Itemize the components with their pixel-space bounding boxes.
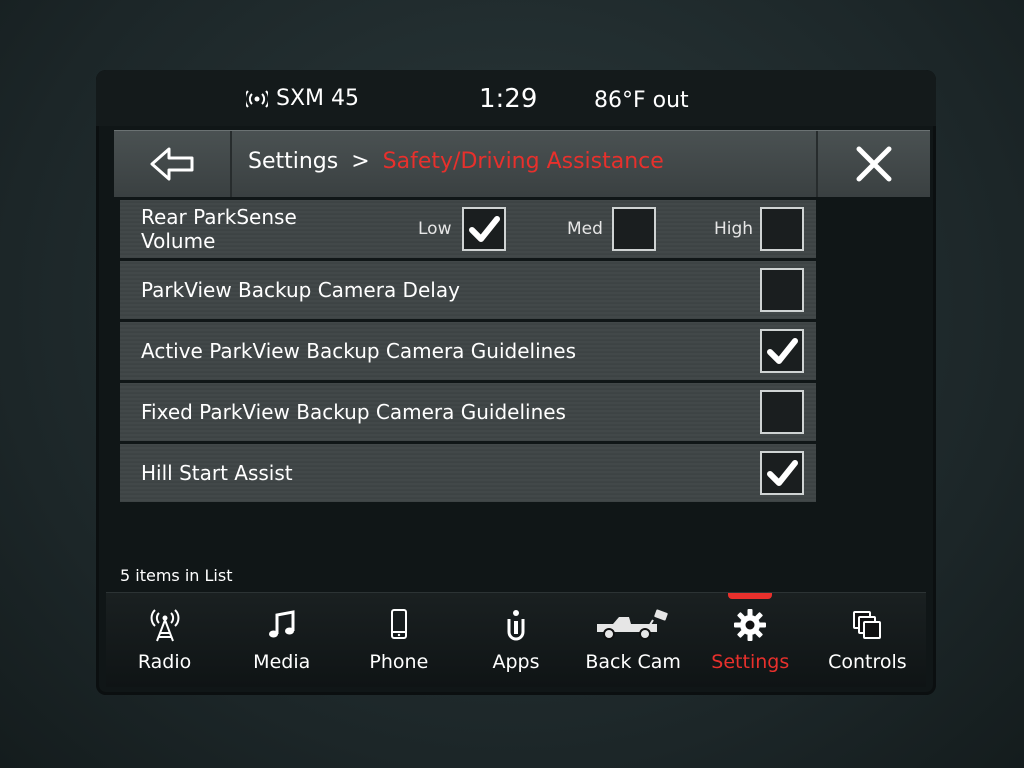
nav-controls[interactable]: Controls [809, 593, 926, 687]
checkbox-high[interactable] [760, 207, 804, 251]
breadcrumb: Settings > Safety/Driving Assistance [248, 149, 664, 174]
checkmark-icon [767, 338, 798, 364]
setting-row-fixed-guidelines[interactable]: Fixed ParkView Backup Camera Guidelines [120, 383, 816, 441]
display-screen: SXM 45 1:29 86°F out Settings > Safety/D… [96, 70, 936, 695]
setting-label: Fixed ParkView Backup Camera Guidelines [141, 400, 566, 424]
nav-label: Settings [711, 651, 790, 673]
nav-label: Apps [492, 651, 540, 673]
checkbox-fixed-guidelines[interactable] [760, 390, 804, 434]
setting-label: Hill Start Assist [141, 461, 293, 485]
radio-status[interactable]: SXM 45 [246, 86, 359, 111]
satellite-signal-icon [246, 89, 268, 108]
phone-icon [390, 609, 407, 639]
settings-list: Rear ParkSense Volume Low Med High ParkV… [120, 200, 816, 505]
option-label-low: Low [418, 219, 452, 239]
setting-row-hill-start-assist[interactable]: Hill Start Assist [120, 444, 816, 502]
bottom-nav: Radio Media Phone Apps Back Cam Settings… [106, 592, 926, 687]
status-bar: SXM 45 1:29 86°F out [96, 70, 936, 126]
setting-label: Active ParkView Backup Camera Guidelines [141, 339, 577, 363]
list-count: 5 items in List [120, 566, 233, 585]
nav-label: Radio [137, 651, 192, 673]
setting-row-camera-delay[interactable]: ParkView Backup Camera Delay [120, 261, 816, 319]
nav-label: Media [253, 651, 311, 673]
checkbox-hill-start-assist[interactable] [760, 451, 804, 495]
checkbox-active-guidelines[interactable] [760, 329, 804, 373]
radio-tower-icon [150, 609, 179, 642]
nav-apps[interactable]: Apps [457, 593, 574, 687]
truck-camera-icon [597, 609, 668, 640]
breadcrumb-separator: > [351, 149, 370, 174]
music-note-icon [268, 610, 295, 638]
checkmark-icon [767, 460, 798, 486]
controls-icon [853, 611, 882, 639]
checkbox-camera-delay[interactable] [760, 268, 804, 312]
checkbox-low[interactable] [462, 207, 506, 251]
close-icon [856, 146, 892, 182]
head-unit-bezel: SXM 45 1:29 86°F out Settings > Safety/D… [0, 0, 1024, 768]
setting-row-parksense-volume: Rear ParkSense Volume Low Med High [120, 200, 816, 258]
nav-radio[interactable]: Radio [106, 593, 223, 687]
breadcrumb-root[interactable]: Settings [248, 149, 338, 174]
option-label-high: High [714, 219, 754, 239]
nav-settings[interactable]: Settings [692, 593, 809, 687]
gear-icon [734, 609, 767, 641]
back-arrow-icon [150, 147, 194, 181]
setting-label: ParkView Backup Camera Delay [141, 278, 460, 302]
nav-label: Back Cam [585, 651, 681, 673]
option-label-med: Med [567, 219, 603, 239]
nav-media[interactable]: Media [223, 593, 340, 687]
header-bar: Settings > Safety/Driving Assistance [114, 130, 930, 197]
checkmark-icon [469, 216, 500, 242]
nav-label: Phone [369, 651, 429, 673]
close-button[interactable] [816, 131, 930, 197]
nav-back-cam[interactable]: Back Cam [575, 593, 692, 687]
checkbox-med[interactable] [612, 207, 656, 251]
setting-row-active-guidelines[interactable]: Active ParkView Backup Camera Guidelines [120, 322, 816, 380]
back-button[interactable] [114, 131, 232, 197]
nav-phone[interactable]: Phone [340, 593, 457, 687]
outside-temperature: 86°F out [594, 88, 689, 113]
clock: 1:29 [479, 84, 538, 114]
radio-station: SXM 45 [276, 86, 360, 111]
setting-label: Rear ParkSense Volume [141, 205, 297, 253]
breadcrumb-current: Safety/Driving Assistance [382, 149, 664, 174]
apps-icon [507, 610, 525, 641]
nav-label: Controls [828, 651, 907, 673]
